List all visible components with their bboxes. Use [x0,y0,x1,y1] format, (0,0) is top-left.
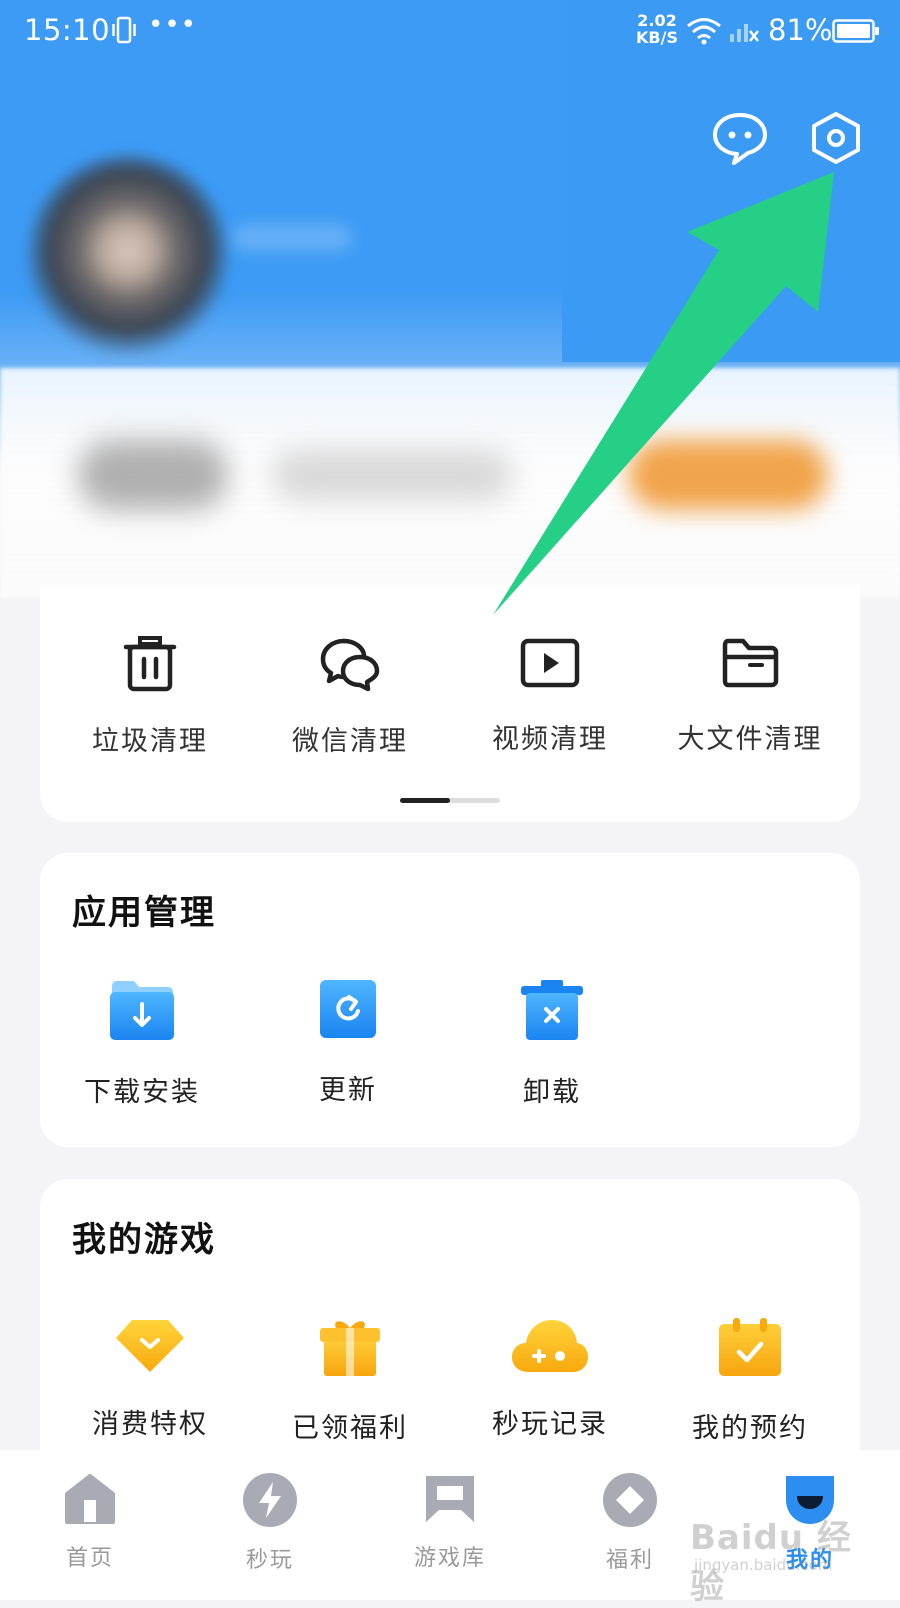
app-download-label: 下载安装 [84,1077,200,1108]
baidu-watermark: Baidu 经验 jingyan.baidu.com [690,1510,870,1607]
clean-tool-video[interactable]: 视频清理 [450,635,650,756]
home-icon [65,1474,115,1524]
refresh-icon [320,980,376,1038]
nav-benefits[interactable]: 福利 [550,1472,710,1574]
video-icon [520,638,580,688]
username-blurred[interactable] [232,225,352,251]
clean-tool-trash[interactable]: 垃圾清理 [50,635,250,758]
app-uninstall[interactable]: 卸载 [472,978,632,1109]
lightning-icon [243,1473,297,1527]
settings-icon[interactable] [806,108,866,168]
nav-benefits-label: 福利 [605,1548,654,1573]
app-update[interactable]: 更新 [268,978,428,1107]
vibrate-icon [112,16,136,48]
clean-tool-label: 大文件清理 [677,724,823,755]
clean-tool-label: 垃圾清理 [92,726,208,757]
nav-home[interactable]: 首页 [10,1472,170,1572]
app-management-title: 应用管理 [72,893,216,933]
nav-game-library[interactable]: 游戏库 [370,1472,530,1572]
clean-tool-label: 视频清理 [492,724,608,755]
clean-tool-wechat[interactable]: 微信清理 [250,635,450,758]
page-indicator [400,798,500,803]
nav-instant-play-label: 秒玩 [245,1548,294,1573]
game-instant-play-history[interactable]: 秒玩记录 [450,1316,650,1441]
game-benefits-label: 已领福利 [292,1413,408,1444]
wechat-icon [320,638,380,692]
vip-action-button-blurred[interactable] [628,440,828,510]
clean-tool-label: 微信清理 [292,726,408,757]
wifi-icon [686,15,722,49]
nav-home-label: 首页 [65,1546,114,1571]
trash-icon [123,636,177,692]
watermark-sub: jingyan.baidu.com [694,1556,833,1574]
network-speed-value: 2.02 [637,11,677,30]
status-time: 15:10 [24,13,111,47]
network-speed: 2.02 KB/S [636,12,678,46]
battery-icon [832,19,880,47]
gift-icon [320,1321,380,1376]
battery-percent: 81% [768,13,833,47]
game-my-reservations[interactable]: 我的预约 [650,1316,850,1445]
network-speed-unit: KB/S [636,28,678,47]
game-history-label: 秒玩记录 [492,1409,608,1440]
calendar-check-icon [719,1318,781,1376]
my-games-title: 我的游戏 [72,1220,216,1260]
vip-text-blurred [272,450,512,500]
app-download-install[interactable]: 下载安装 [62,978,222,1109]
nav-instant-play[interactable]: 秒玩 [190,1472,350,1574]
clean-tool-large-file[interactable]: 大文件清理 [650,635,850,756]
folder-icon [722,638,779,688]
game-consume-privilege[interactable]: 消费特权 [50,1316,250,1441]
download-folder-icon [110,981,174,1040]
nav-game-library-label: 游戏库 [413,1546,486,1571]
vip-badge-blurred [78,440,228,510]
status-bar: 15:10 ••• 2.02 KB/S 81% [0,0,900,62]
game-library-icon [426,1476,474,1522]
status-more-dots: ••• [148,10,198,40]
diamond-icon [116,1320,184,1372]
uninstall-bin-icon [521,980,583,1040]
app-uninstall-label: 卸载 [523,1077,581,1108]
page-indicator-active [400,798,450,803]
cloud-gamepad-icon [512,1320,588,1372]
signal-icon [730,17,760,47]
message-icon[interactable] [710,108,770,168]
game-received-benefits[interactable]: 已领福利 [250,1316,450,1445]
app-update-label: 更新 [319,1075,377,1106]
diamond-coin-icon [603,1473,657,1527]
avatar[interactable] [28,155,228,355]
game-consume-label: 消费特权 [92,1409,208,1440]
game-reservations-label: 我的预约 [692,1413,808,1444]
